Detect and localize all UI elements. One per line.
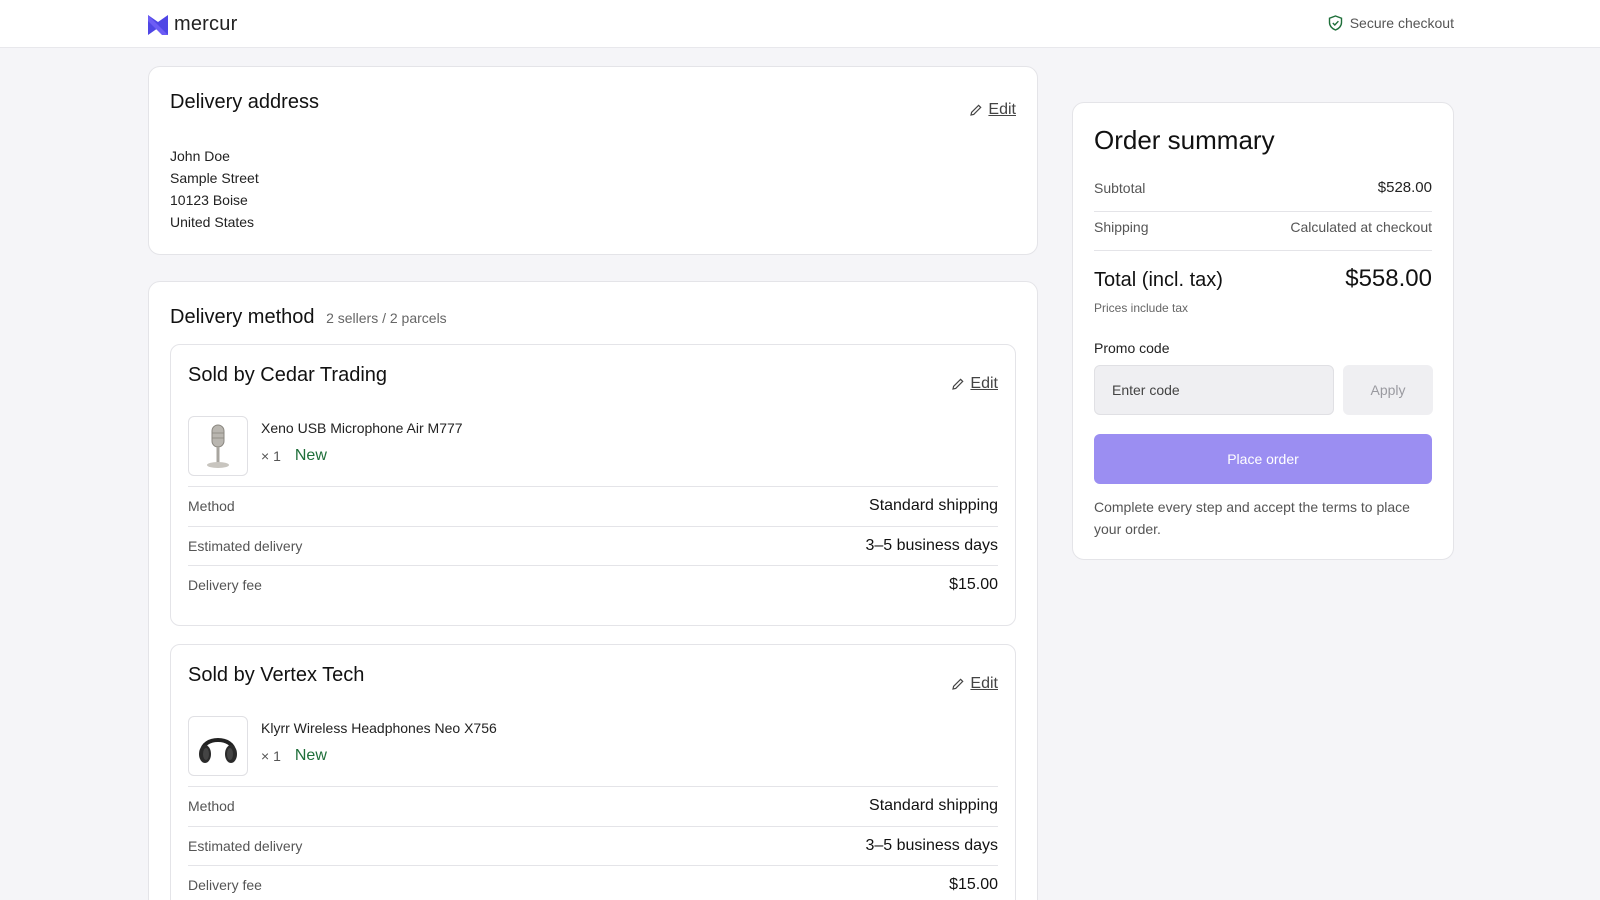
row-value: Standard shipping xyxy=(869,497,998,515)
delivery-method-heading: Delivery method 2 sellers / 2 parcels xyxy=(170,306,447,329)
row-value: 3–5 business days xyxy=(865,536,998,554)
delivery-method-card: Delivery method 2 sellers / 2 parcels So… xyxy=(148,281,1038,900)
address-lines: John Doe Sample Street 10123 Boise Unite… xyxy=(170,145,259,233)
address-country: United States xyxy=(170,214,255,230)
delivery-method-subtitle: 2 sellers / 2 parcels xyxy=(326,310,447,326)
product-quantity: × 1 xyxy=(261,448,281,464)
total-label: Total (incl. tax) xyxy=(1094,269,1223,291)
pencil-icon xyxy=(952,378,964,390)
brand-logo[interactable]: mercur xyxy=(148,13,237,36)
delivery-address-title: Delivery address xyxy=(170,91,319,113)
shipping-label: Shipping xyxy=(1094,219,1149,235)
promo-code-label: Promo code xyxy=(1094,340,1170,356)
edit-address-label: Edit xyxy=(988,101,1016,118)
address-city: 10123 Boise xyxy=(170,192,248,208)
row-value: $15.00 xyxy=(949,876,998,894)
product-condition: New xyxy=(294,447,327,464)
address-street: Sample Street xyxy=(170,170,259,186)
product-name: Xeno USB Microphone Air M777 xyxy=(261,420,463,436)
brand-name: mercur xyxy=(174,13,238,35)
seller-card-cedar-trading: Sold by Cedar Trading Edit Xeno USB Micr… xyxy=(170,344,1016,626)
row-value: 3–5 business days xyxy=(865,836,998,854)
edit-seller-shipping-link[interactable]: Edit xyxy=(951,675,998,693)
delivery-address-card: Delivery address Edit John Doe Sample St… xyxy=(148,66,1038,255)
total-value: $558.00 xyxy=(1345,265,1432,292)
row-value: $15.00 xyxy=(949,576,998,594)
subtotal-value: $528.00 xyxy=(1377,179,1432,196)
order-summary-card: Order summary Subtotal $528.00 Shipping … xyxy=(1072,102,1454,560)
delivery-fee-row: Delivery fee $15.00 xyxy=(188,865,998,900)
product-thumbnail[interactable] xyxy=(188,416,248,476)
headphones-icon xyxy=(199,738,237,763)
top-bar: mercur Secure checkout xyxy=(0,0,1600,48)
shipping-method-row: Method Standard shipping xyxy=(188,486,998,526)
row-label: Delivery fee xyxy=(188,877,262,894)
seller-card-vertex-tech: Sold by Vertex Tech Edit Klyrr Wireless … xyxy=(170,644,1016,900)
row-value: Standard shipping xyxy=(869,797,998,815)
pencil-icon xyxy=(952,678,964,690)
row-label: Method xyxy=(188,498,235,515)
shield-check-icon xyxy=(1328,15,1342,31)
shipping-details: Method Standard shipping Estimated deliv… xyxy=(188,486,998,605)
mercur-logo-icon xyxy=(148,14,168,35)
edit-seller-shipping-link[interactable]: Edit xyxy=(951,375,998,393)
edit-label: Edit xyxy=(970,675,998,692)
shipping-row: Shipping Calculated at checkout xyxy=(1094,219,1432,235)
product-condition: New xyxy=(294,747,327,764)
place-order-hint: Complete every step and accept the terms… xyxy=(1094,499,1410,537)
edit-label: Edit xyxy=(970,375,998,392)
pencil-icon xyxy=(970,104,982,116)
apply-promo-button[interactable]: Apply xyxy=(1343,365,1433,415)
secure-checkout: Secure checkout xyxy=(1328,15,1454,31)
subtotal-row: Subtotal $528.00 xyxy=(1094,179,1432,196)
product-thumbnail[interactable] xyxy=(188,716,248,776)
row-label: Estimated delivery xyxy=(188,537,303,554)
seller-title: Sold by Cedar Trading xyxy=(188,364,388,386)
subtotal-label: Subtotal xyxy=(1094,179,1146,196)
shipping-details: Method Standard shipping Estimated deliv… xyxy=(188,786,998,900)
delivery-method-title: Delivery method xyxy=(170,306,315,328)
seller-title: Sold by Vertex Tech xyxy=(188,664,365,686)
row-label: Delivery fee xyxy=(188,577,262,594)
product-meta: × 1 New xyxy=(261,747,327,765)
shipping-method-row: Method Standard shipping xyxy=(188,786,998,826)
estimated-delivery-row: Estimated delivery 3–5 business days xyxy=(188,825,998,866)
row-label: Estimated delivery xyxy=(188,837,303,854)
tax-note: Prices include tax xyxy=(1094,301,1189,315)
estimated-delivery-row: Estimated delivery 3–5 business days xyxy=(188,525,998,566)
product-meta: × 1 New xyxy=(261,447,327,465)
promo-code-input[interactable] xyxy=(1094,365,1334,415)
divider xyxy=(1094,211,1432,212)
divider xyxy=(1094,250,1432,251)
product-name: Klyrr Wireless Headphones Neo X756 xyxy=(261,720,497,736)
shipping-value: Calculated at checkout xyxy=(1290,219,1432,235)
edit-address-link[interactable]: Edit xyxy=(969,101,1016,119)
address-name: John Doe xyxy=(170,148,230,164)
delivery-fee-row: Delivery fee $15.00 xyxy=(188,565,998,605)
order-summary-title: Order summary xyxy=(1094,125,1275,155)
product-quantity: × 1 xyxy=(261,748,281,764)
row-label: Method xyxy=(188,798,235,815)
microphone-icon xyxy=(207,424,229,468)
place-order-button[interactable]: Place order xyxy=(1094,434,1432,484)
secure-checkout-label: Secure checkout xyxy=(1349,15,1454,31)
